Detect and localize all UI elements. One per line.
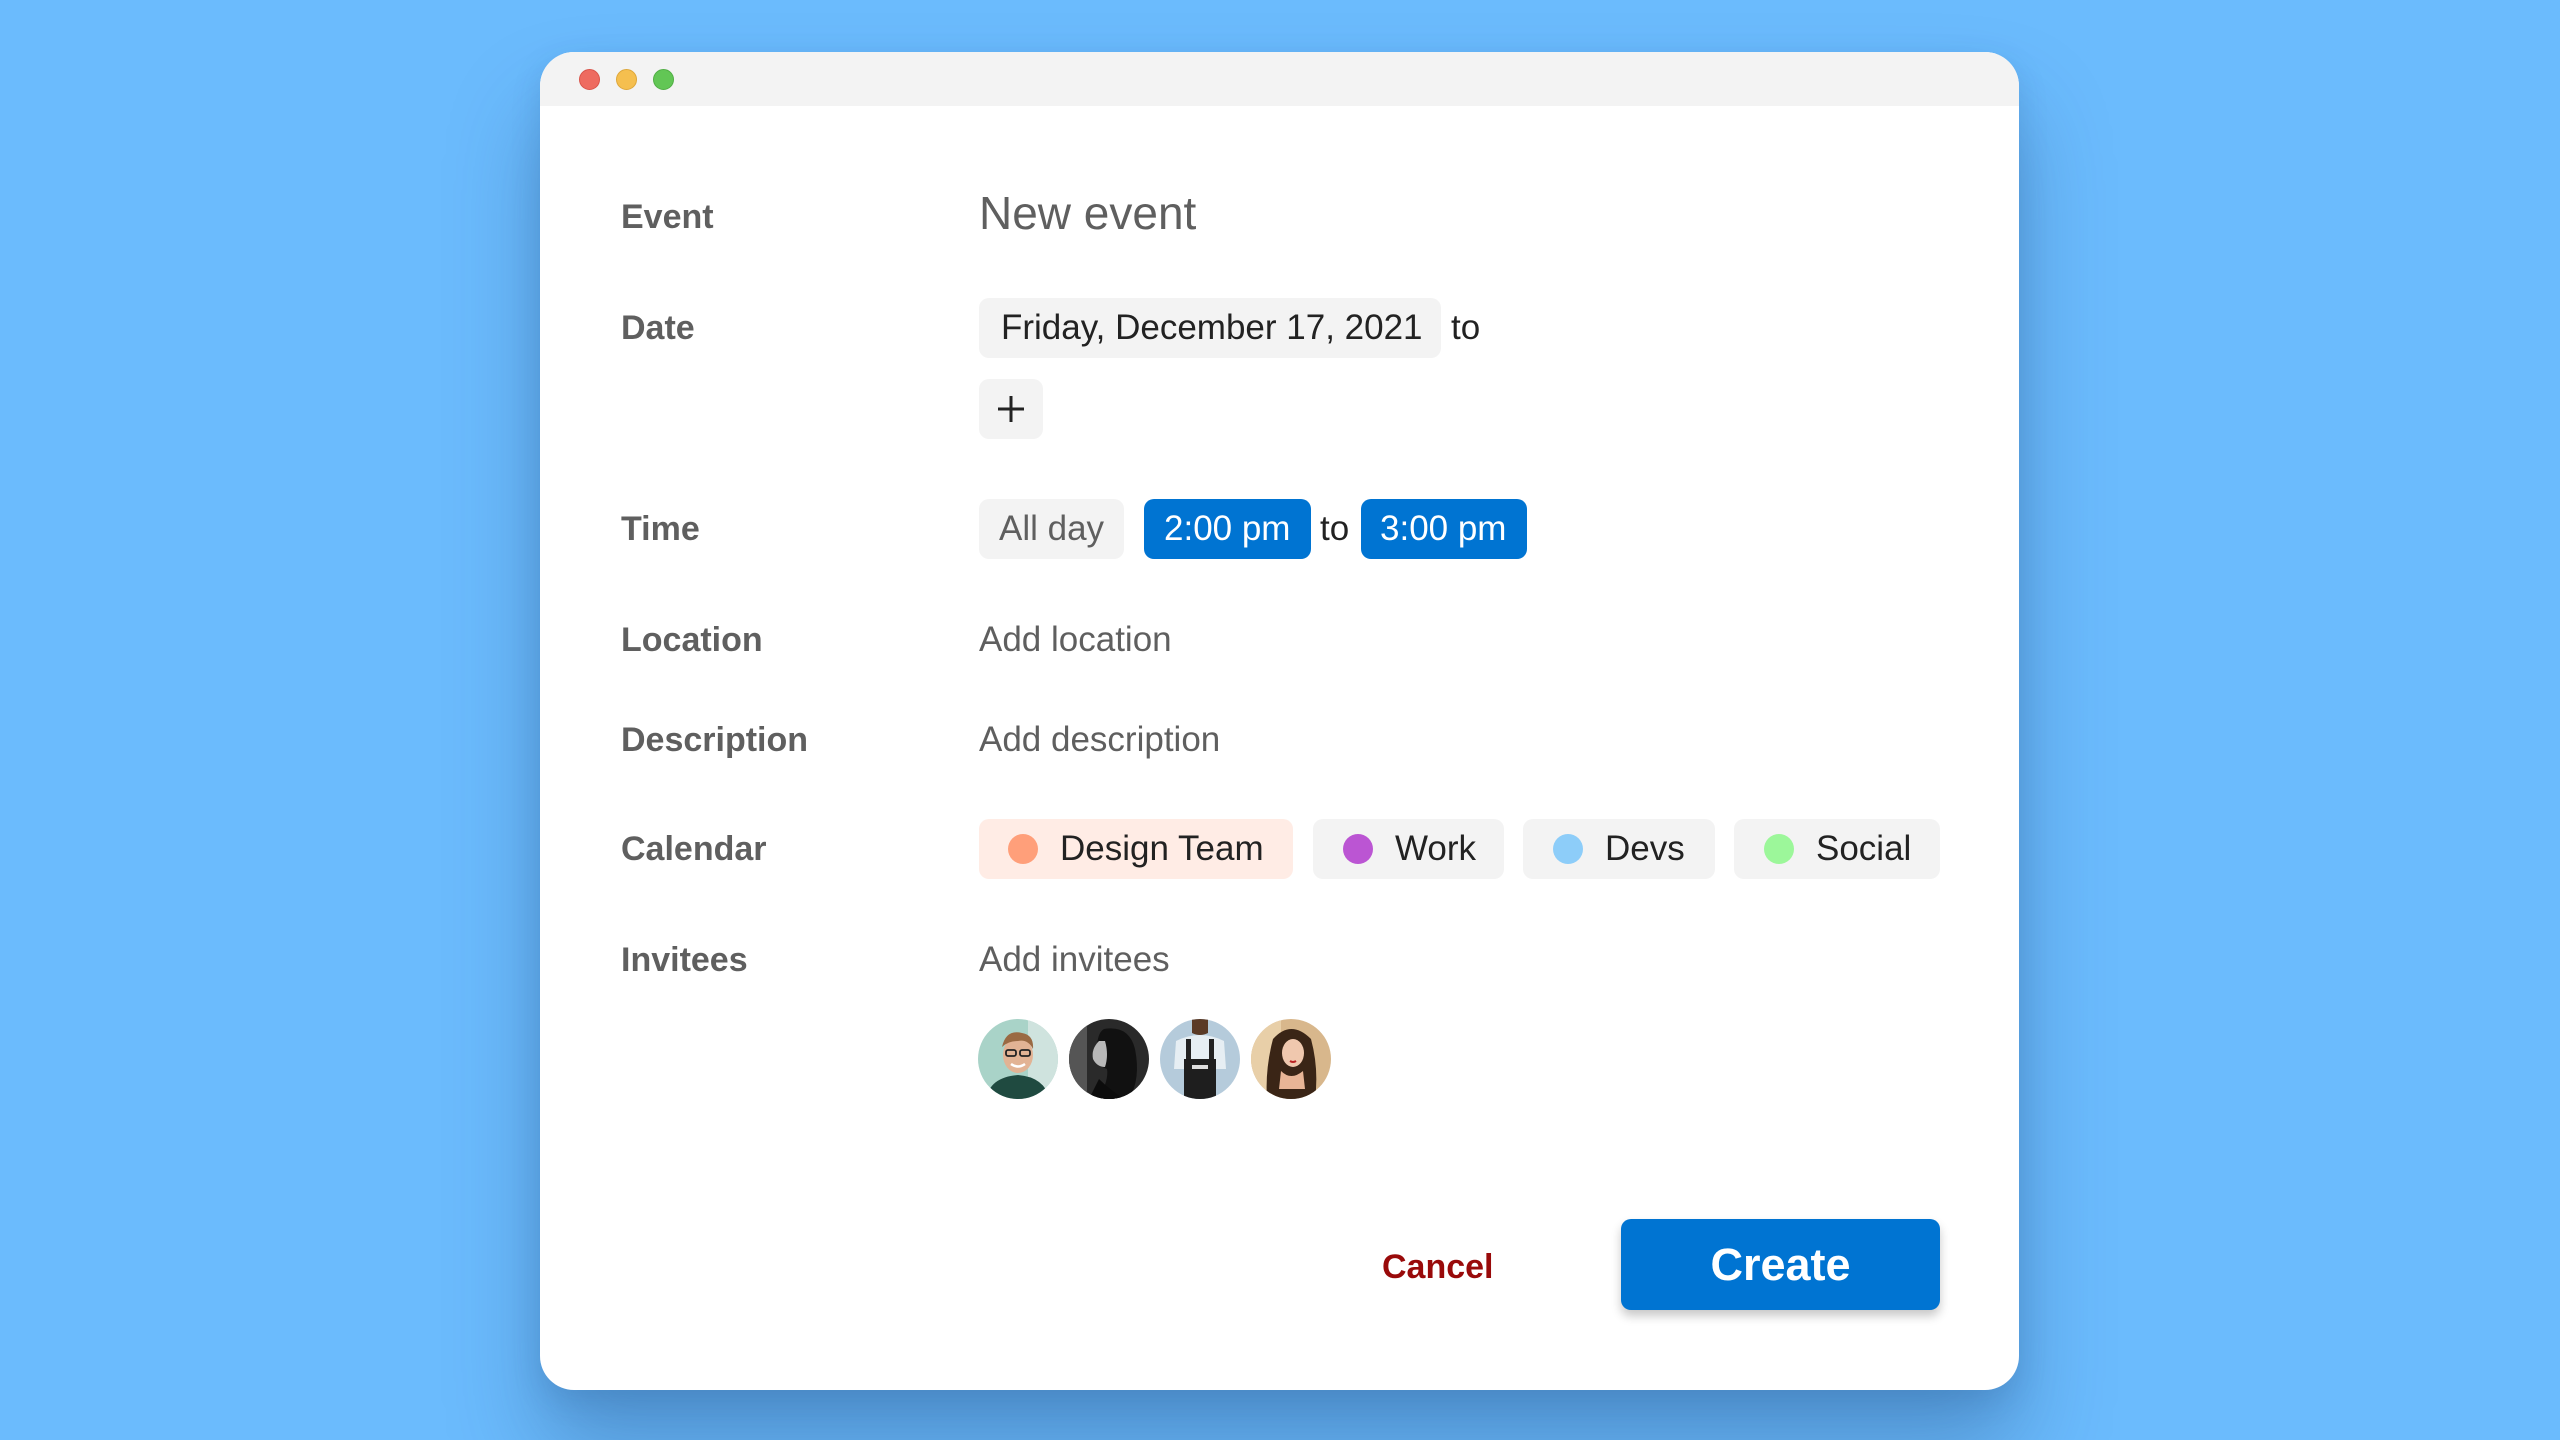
time-label: Time [621, 510, 700, 548]
start-date-picker[interactable]: Friday, December 17, 2021 [979, 298, 1441, 358]
avatar-photo-woman-bw [1069, 1019, 1149, 1099]
devs-color-dot [1553, 834, 1583, 864]
date-separator: to [1451, 308, 1481, 347]
start-date-value: Friday, December 17, 2021 [1001, 308, 1423, 347]
invitees-label: Invitees [621, 941, 748, 979]
end-time-value: 3:00 pm [1380, 509, 1507, 548]
all-day-label: All day [999, 509, 1105, 548]
cancel-button[interactable]: Cancel [1382, 1247, 1494, 1287]
invitee-avatar-2[interactable] [1069, 1019, 1149, 1099]
calendar-option-devs[interactable]: Devs [1523, 819, 1715, 879]
event-label: Event [621, 198, 714, 236]
create-button[interactable]: Create [1621, 1219, 1940, 1310]
all-day-toggle[interactable]: All day [979, 499, 1124, 559]
end-time-picker[interactable]: 3:00 pm [1361, 499, 1527, 559]
location-label: Location [621, 621, 763, 659]
calendar-option-social[interactable]: Social [1734, 819, 1940, 879]
avatar-photo-woman-warm [1251, 1019, 1331, 1099]
work-color-dot [1343, 834, 1373, 864]
start-time-picker[interactable]: 2:00 pm [1144, 499, 1311, 559]
invitee-avatar-1[interactable] [978, 1019, 1058, 1099]
start-time-value: 2:00 pm [1164, 509, 1291, 548]
calendar-option-work[interactable]: Work [1313, 819, 1504, 879]
calendar-option-label: Social [1816, 829, 1912, 868]
event-title-input[interactable]: New event [979, 185, 1196, 241]
avatar-photo-man-overalls [1160, 1019, 1240, 1099]
invitees-input[interactable]: Add invitees [979, 940, 1170, 980]
social-color-dot [1764, 834, 1794, 864]
design-team-color-dot [1008, 834, 1038, 864]
minimize-window-button[interactable] [616, 69, 637, 90]
date-label: Date [621, 309, 695, 347]
description-input[interactable]: Add description [979, 720, 1220, 760]
close-window-button[interactable] [579, 69, 600, 90]
calendar-label: Calendar [621, 830, 767, 868]
calendar-option-label: Work [1395, 829, 1477, 868]
location-input[interactable]: Add location [979, 620, 1172, 660]
calendar-option-label: Design Team [1060, 829, 1264, 868]
avatar-photo-man-glasses [978, 1019, 1058, 1099]
calendar-option-label: Devs [1605, 829, 1685, 868]
time-separator: to [1320, 509, 1350, 548]
title-bar [540, 52, 2019, 106]
plus-icon [998, 396, 1024, 422]
invitee-avatar-3[interactable] [1160, 1019, 1240, 1099]
new-event-window: Event New event Date Friday, December 17… [540, 52, 2019, 1390]
description-label: Description [621, 721, 809, 759]
calendar-option-design-team[interactable]: Design Team [979, 819, 1293, 879]
zoom-window-button[interactable] [653, 69, 674, 90]
invitee-avatar-4[interactable] [1251, 1019, 1331, 1099]
add-end-date-button[interactable] [979, 379, 1043, 439]
